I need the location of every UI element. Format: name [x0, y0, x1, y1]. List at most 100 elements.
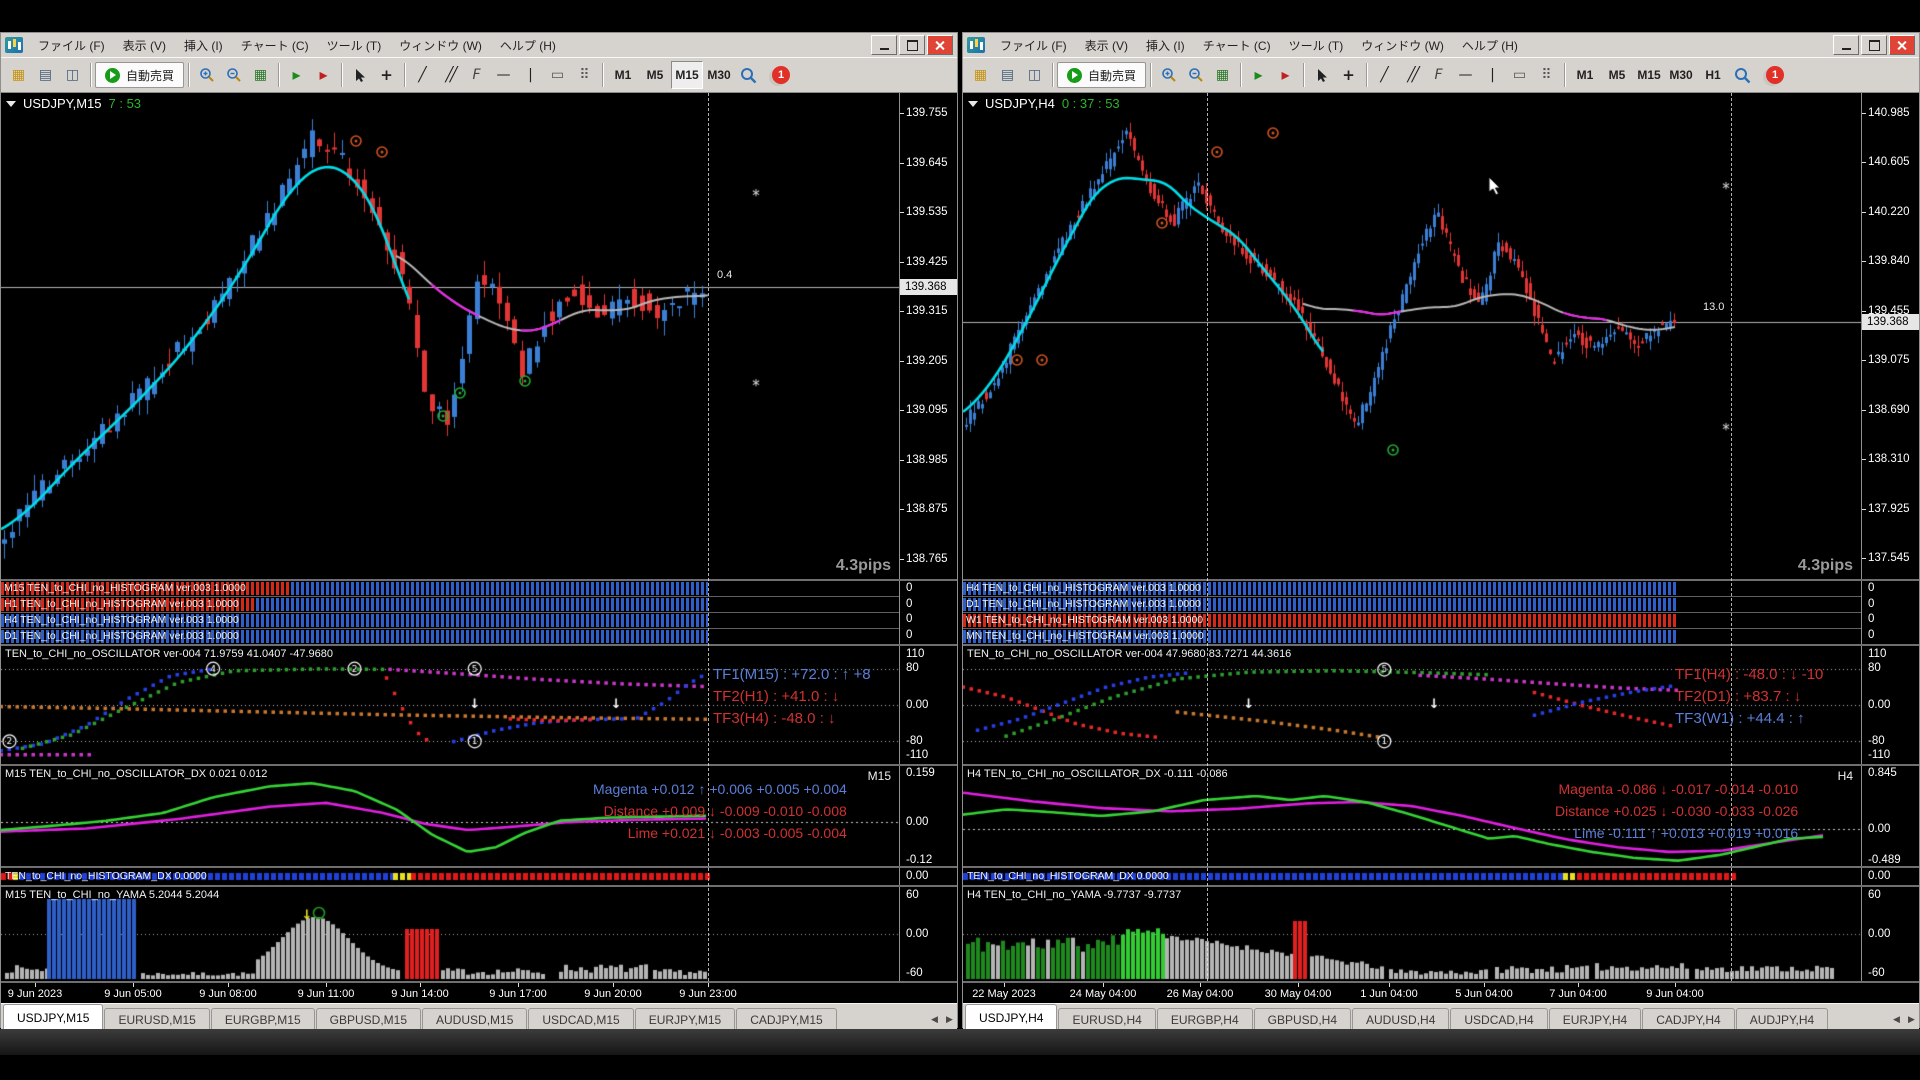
- menu-item[interactable]: ファイル (F): [991, 34, 1076, 57]
- timeframe-button[interactable]: M30: [1665, 61, 1697, 89]
- timeframe-button[interactable]: M5: [1601, 61, 1633, 89]
- chart-tab[interactable]: USDJPY,M15: [3, 1004, 103, 1030]
- hline-button[interactable]: [490, 61, 517, 89]
- chevron-down-icon[interactable]: [6, 101, 16, 107]
- menu-item[interactable]: 挿入 (I): [1137, 34, 1194, 57]
- search-button[interactable]: [735, 61, 762, 89]
- trendline-button[interactable]: [1371, 61, 1398, 89]
- templates-button[interactable]: [59, 61, 86, 89]
- timeframe-button[interactable]: M1: [607, 61, 639, 89]
- crosshair-button[interactable]: [373, 61, 400, 89]
- timeframe-button[interactable]: M1: [1569, 61, 1601, 89]
- menu-item[interactable]: ファイル (F): [29, 34, 114, 57]
- close-button[interactable]: [1889, 35, 1915, 55]
- yama-canvas[interactable]: [1, 887, 899, 981]
- chevron-down-icon[interactable]: [968, 101, 978, 107]
- chart-tab[interactable]: CADJPY,H4: [1642, 1008, 1734, 1030]
- menu-item[interactable]: 表示 (V): [114, 34, 175, 57]
- close-button[interactable]: [927, 35, 953, 55]
- axis-label: -0.12: [906, 854, 932, 866]
- zoom-in-button[interactable]: [193, 61, 220, 89]
- oscillator-title: TEN_to_CHI_no_OSCILLATOR ver-004 71.9759…: [5, 648, 333, 660]
- search-button[interactable]: [1729, 61, 1756, 89]
- menu-item[interactable]: ツール (T): [318, 34, 391, 57]
- menu-item[interactable]: 挿入 (I): [175, 34, 232, 57]
- timeframe-button[interactable]: M30: [703, 61, 735, 89]
- chart-tab[interactable]: USDCAD,H4: [1450, 1008, 1547, 1030]
- chart-tab[interactable]: GBPUSD,H4: [1254, 1008, 1351, 1030]
- channel-button[interactable]: [436, 61, 463, 89]
- objects-button[interactable]: [1533, 61, 1560, 89]
- crosshair-button[interactable]: [1335, 61, 1362, 89]
- vline-button[interactable]: [517, 61, 544, 89]
- restore-button[interactable]: [899, 35, 925, 55]
- vline-button[interactable]: [1479, 61, 1506, 89]
- minimize-button[interactable]: [1833, 35, 1859, 55]
- chart-tab[interactable]: AUDUSD,M15: [422, 1008, 527, 1030]
- autotrade-button[interactable]: 自動売買: [95, 62, 184, 88]
- price-chart-canvas[interactable]: [963, 93, 1861, 579]
- chart-tab[interactable]: USDCAD,M15: [528, 1008, 633, 1030]
- tab-scroll-right-button[interactable]: [1904, 1010, 1919, 1030]
- price-chart-canvas[interactable]: [1, 93, 899, 579]
- chart-tab[interactable]: CADJPY,M15: [736, 1008, 836, 1030]
- chart-tab[interactable]: EURUSD,M15: [104, 1008, 209, 1030]
- menu-item[interactable]: ツール (T): [1280, 34, 1353, 57]
- menu-item[interactable]: チャート (C): [1194, 34, 1280, 57]
- menu-item[interactable]: 表示 (V): [1076, 34, 1137, 57]
- chart-tab[interactable]: AUDJPY,H4: [1736, 1008, 1828, 1030]
- hline-button[interactable]: [1452, 61, 1479, 89]
- chart-tab[interactable]: EURJPY,H4: [1549, 1008, 1641, 1030]
- menu-item[interactable]: ヘルプ (H): [491, 34, 565, 57]
- chart-tab[interactable]: USDJPY,H4: [965, 1004, 1057, 1030]
- menu-item[interactable]: ウィンドウ (W): [390, 34, 491, 57]
- new-chart-button[interactable]: [967, 61, 994, 89]
- autoscroll-button[interactable]: [1245, 61, 1272, 89]
- trendline-button[interactable]: [409, 61, 436, 89]
- chart-tab[interactable]: EURUSD,H4: [1058, 1008, 1155, 1030]
- autoscroll-button[interactable]: [283, 61, 310, 89]
- symbol-period-label: USDJPY,M15: [23, 96, 102, 111]
- menu-item[interactable]: ウィンドウ (W): [1352, 34, 1453, 57]
- tab-scroll-left-button[interactable]: [1889, 1010, 1904, 1030]
- objects-button[interactable]: [571, 61, 598, 89]
- autotrade-button[interactable]: 自動売買: [1057, 62, 1146, 88]
- timeframe-button[interactable]: M15: [671, 61, 703, 89]
- zoom-out-button[interactable]: [1182, 61, 1209, 89]
- timeframe-button[interactable]: M5: [639, 61, 671, 89]
- channel-button[interactable]: [1398, 61, 1425, 89]
- fibonacci-button[interactable]: [1425, 61, 1452, 89]
- minimize-button[interactable]: [871, 35, 897, 55]
- chart-tab[interactable]: GBPUSD,M15: [316, 1008, 421, 1030]
- chart-shift-button[interactable]: [1272, 61, 1299, 89]
- shapes-button[interactable]: [544, 61, 571, 89]
- tab-scroll-left-button[interactable]: [927, 1010, 942, 1030]
- chart-tab[interactable]: EURGBP,M15: [211, 1008, 315, 1030]
- notification-badge[interactable]: 1: [772, 66, 790, 84]
- tab-scroll-right-button[interactable]: [942, 1010, 957, 1030]
- menu-item[interactable]: チャート (C): [232, 34, 318, 57]
- zoom-out-button[interactable]: [220, 61, 247, 89]
- menu-item[interactable]: ヘルプ (H): [1453, 34, 1527, 57]
- chart-shift-button[interactable]: [310, 61, 337, 89]
- restore-button[interactable]: [1861, 35, 1887, 55]
- yama-canvas[interactable]: [963, 887, 1861, 981]
- cursor-button[interactable]: [1308, 61, 1335, 89]
- notification-badge[interactable]: 1: [1766, 66, 1784, 84]
- tile-windows-button[interactable]: [247, 61, 274, 89]
- profiles-button[interactable]: [994, 61, 1021, 89]
- cursor-button[interactable]: [346, 61, 373, 89]
- new-chart-button[interactable]: [5, 61, 32, 89]
- tile-windows-button[interactable]: [1209, 61, 1236, 89]
- timeframe-button[interactable]: H1: [1697, 61, 1729, 89]
- chart-tab[interactable]: EURGBP,H4: [1157, 1008, 1253, 1030]
- timeframe-button[interactable]: M15: [1633, 61, 1665, 89]
- shapes-button[interactable]: [1506, 61, 1533, 89]
- profiles-button[interactable]: [32, 61, 59, 89]
- chart-tab[interactable]: AUDUSD,H4: [1352, 1008, 1449, 1030]
- play-icon: [1067, 68, 1082, 83]
- fibonacci-button[interactable]: [463, 61, 490, 89]
- chart-tab[interactable]: EURJPY,M15: [635, 1008, 735, 1030]
- templates-button[interactable]: [1021, 61, 1048, 89]
- zoom-in-button[interactable]: [1155, 61, 1182, 89]
